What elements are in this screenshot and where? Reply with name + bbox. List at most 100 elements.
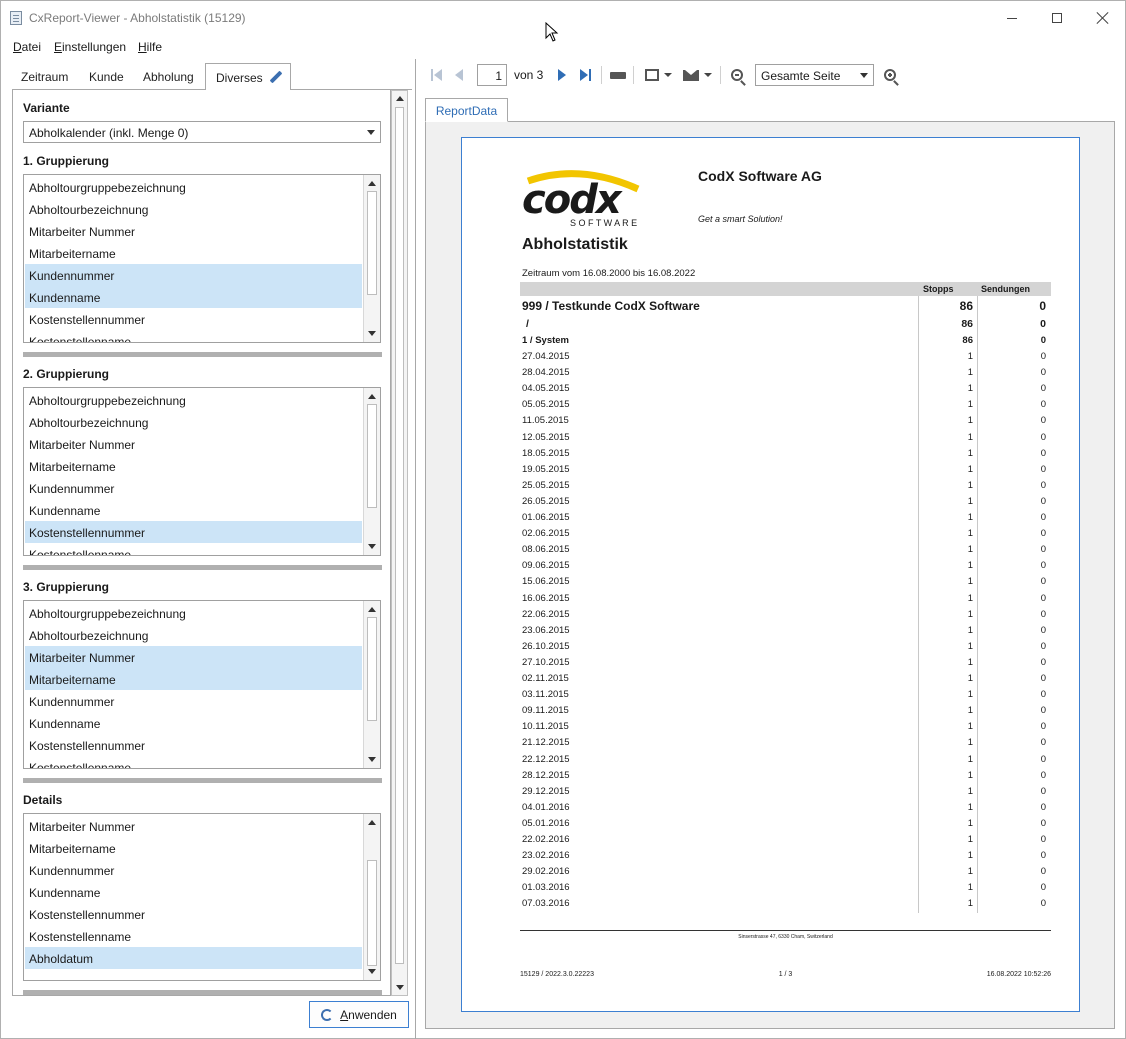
list-item[interactable]: Kundenname	[25, 712, 362, 734]
list-item[interactable]: Abholdatum	[25, 947, 362, 969]
scroll-down-icon[interactable]	[364, 964, 379, 979]
group1-splitter[interactable]	[23, 352, 382, 357]
settings-scrollbar[interactable]	[391, 90, 408, 996]
group1-label: 1. Gruppierung	[23, 154, 110, 168]
list-item[interactable]: Abholtourgruppebezeichnung	[25, 602, 362, 624]
zoom-select[interactable]: Gesamte Seite	[755, 64, 874, 86]
row-sendungen: 0	[1040, 705, 1046, 717]
list-item[interactable]: Kundenname	[25, 499, 362, 521]
list-item[interactable]: Kostenstellenname	[25, 330, 362, 342]
list-scrollbar[interactable]	[363, 388, 380, 555]
maximize-button[interactable]	[1034, 5, 1080, 31]
variante-select[interactable]: Abholkalender (inkl. Menge 0)	[23, 121, 381, 143]
list-item[interactable]: Kostenstellennummer	[25, 734, 362, 756]
print-button[interactable]	[609, 64, 627, 86]
list-scroll-thumb[interactable]	[367, 617, 377, 721]
list-item[interactable]: Abholtourbezeichnung	[25, 411, 362, 433]
scroll-up-icon[interactable]	[364, 176, 379, 191]
row-stopps: 1	[967, 447, 973, 459]
list-scroll-thumb[interactable]	[367, 404, 377, 508]
list-scrollbar[interactable]	[363, 814, 380, 980]
pane-divider[interactable]	[415, 59, 416, 1039]
group2-splitter[interactable]	[23, 565, 382, 570]
settings-scroll-thumb[interactable]	[395, 107, 404, 964]
list-item[interactable]: Kundennummer	[25, 859, 362, 881]
company-slogan: Get a smart Solution!	[698, 214, 783, 224]
scroll-up-icon[interactable]	[364, 602, 379, 617]
minimize-button[interactable]	[989, 5, 1035, 31]
row-sendungen: 0	[1040, 640, 1046, 652]
list-item[interactable]: Kostenstellennummer	[25, 521, 362, 543]
row-sendungen: 0	[1040, 495, 1046, 507]
close-button[interactable]	[1080, 5, 1126, 31]
group3-splitter[interactable]	[23, 778, 382, 783]
list-scroll-thumb[interactable]	[367, 860, 377, 966]
group1-listbox[interactable]: Abholtourgruppebezeichnung Abholtourbezei…	[23, 174, 381, 343]
scroll-down-icon[interactable]	[364, 539, 379, 554]
tab-zeitraum[interactable]: Zeitraum	[21, 63, 68, 90]
list-item[interactable]: Kostenstellenname	[25, 543, 362, 555]
list-item[interactable]: Mitarbeiter Nummer	[25, 220, 362, 242]
list-item[interactable]: Abholtourgruppebezeichnung	[25, 176, 362, 198]
tab-diverses[interactable]: Diverses	[205, 63, 291, 91]
prev-page-button[interactable]	[450, 64, 468, 86]
list-item[interactable]: Kostenstellennummer	[25, 903, 362, 925]
logo-text: codx	[522, 177, 623, 223]
next-page-button[interactable]	[553, 64, 571, 86]
list-item[interactable]: Kundenname	[25, 286, 362, 308]
scroll-up-icon[interactable]	[364, 389, 379, 404]
list-item[interactable]: Mitarbeiter Nummer	[25, 433, 362, 455]
row-stopps: 1	[967, 415, 973, 427]
tab-kunde[interactable]: Kunde	[89, 63, 124, 90]
zoom-out-button[interactable]	[728, 64, 746, 86]
row-sendungen: 0	[1040, 528, 1046, 540]
row-stopps: 1	[967, 560, 973, 572]
list-scrollbar[interactable]	[363, 175, 380, 342]
first-page-button[interactable]	[427, 64, 445, 86]
scroll-up-icon[interactable]	[392, 91, 407, 106]
last-page-button[interactable]	[576, 64, 594, 86]
details-listbox[interactable]: Mitarbeiter Nummer Mitarbeitername Kundenn…	[23, 813, 381, 981]
scroll-down-icon[interactable]	[392, 980, 407, 995]
list-item[interactable]: Mitarbeitername	[25, 837, 362, 859]
group3-listbox[interactable]: Abholtourgruppebezeichnung Abholtourbezei…	[23, 600, 381, 769]
group2-listbox[interactable]: Abholtourgruppebezeichnung Abholtourbezei…	[23, 387, 381, 556]
tab-abholung[interactable]: Abholung	[143, 63, 194, 90]
row-sendungen: 0	[1040, 850, 1046, 862]
list-scroll-thumb[interactable]	[367, 191, 377, 295]
list-item[interactable]: Mitarbeitername	[25, 668, 362, 690]
list-item[interactable]: Mitarbeitername	[25, 455, 362, 477]
email-button[interactable]	[680, 64, 714, 86]
list-item[interactable]: Abholtourgruppebezeichnung	[25, 389, 362, 411]
export-button[interactable]	[641, 64, 675, 86]
menu-datei[interactable]: Datei	[13, 40, 41, 54]
list-item[interactable]: Kundennummer	[25, 264, 362, 286]
details-splitter[interactable]	[23, 990, 382, 995]
list-item[interactable]: Kundennummer	[25, 690, 362, 712]
menu-hilfe[interactable]: Hilfe	[138, 40, 162, 54]
scroll-down-icon[interactable]	[364, 326, 379, 341]
tab-reportdata[interactable]: ReportData	[425, 98, 508, 122]
list-item[interactable]: Kundenname	[25, 881, 362, 903]
list-item[interactable]: Mitarbeiter Nummer	[25, 815, 362, 837]
list-item[interactable]: Abholtourbezeichnung	[25, 624, 362, 646]
table-row: 22.02.2016 1 0	[522, 834, 1049, 850]
list-scrollbar[interactable]	[363, 601, 380, 768]
apply-button[interactable]: Anwenden	[309, 1001, 409, 1028]
page-number-input[interactable]: 1	[477, 64, 507, 86]
menu-einstellungen[interactable]: Einstellungen	[54, 40, 126, 54]
zoom-in-button[interactable]	[881, 64, 899, 86]
scroll-down-icon[interactable]	[364, 752, 379, 767]
table-row: 02.06.2015 1 0	[522, 528, 1049, 544]
list-item[interactable]: Mitarbeiter Nummer	[25, 646, 362, 668]
subgroup-row: / 86 0	[522, 318, 1049, 334]
list-item[interactable]: Kostenstellennummer	[25, 308, 362, 330]
list-item[interactable]: Mitarbeitername	[25, 242, 362, 264]
settings-tabs: Zeitraum Kunde Abholung Diverses	[12, 63, 412, 91]
list-item[interactable]: Kundennummer	[25, 477, 362, 499]
list-item[interactable]: Kostenstellenname	[25, 756, 362, 768]
list-item[interactable]: Kostenstellenname	[25, 925, 362, 947]
list-item[interactable]: Abholtourbezeichnung	[25, 198, 362, 220]
table-row: 21.12.2015 1 0	[522, 737, 1049, 753]
scroll-up-icon[interactable]	[364, 815, 379, 830]
